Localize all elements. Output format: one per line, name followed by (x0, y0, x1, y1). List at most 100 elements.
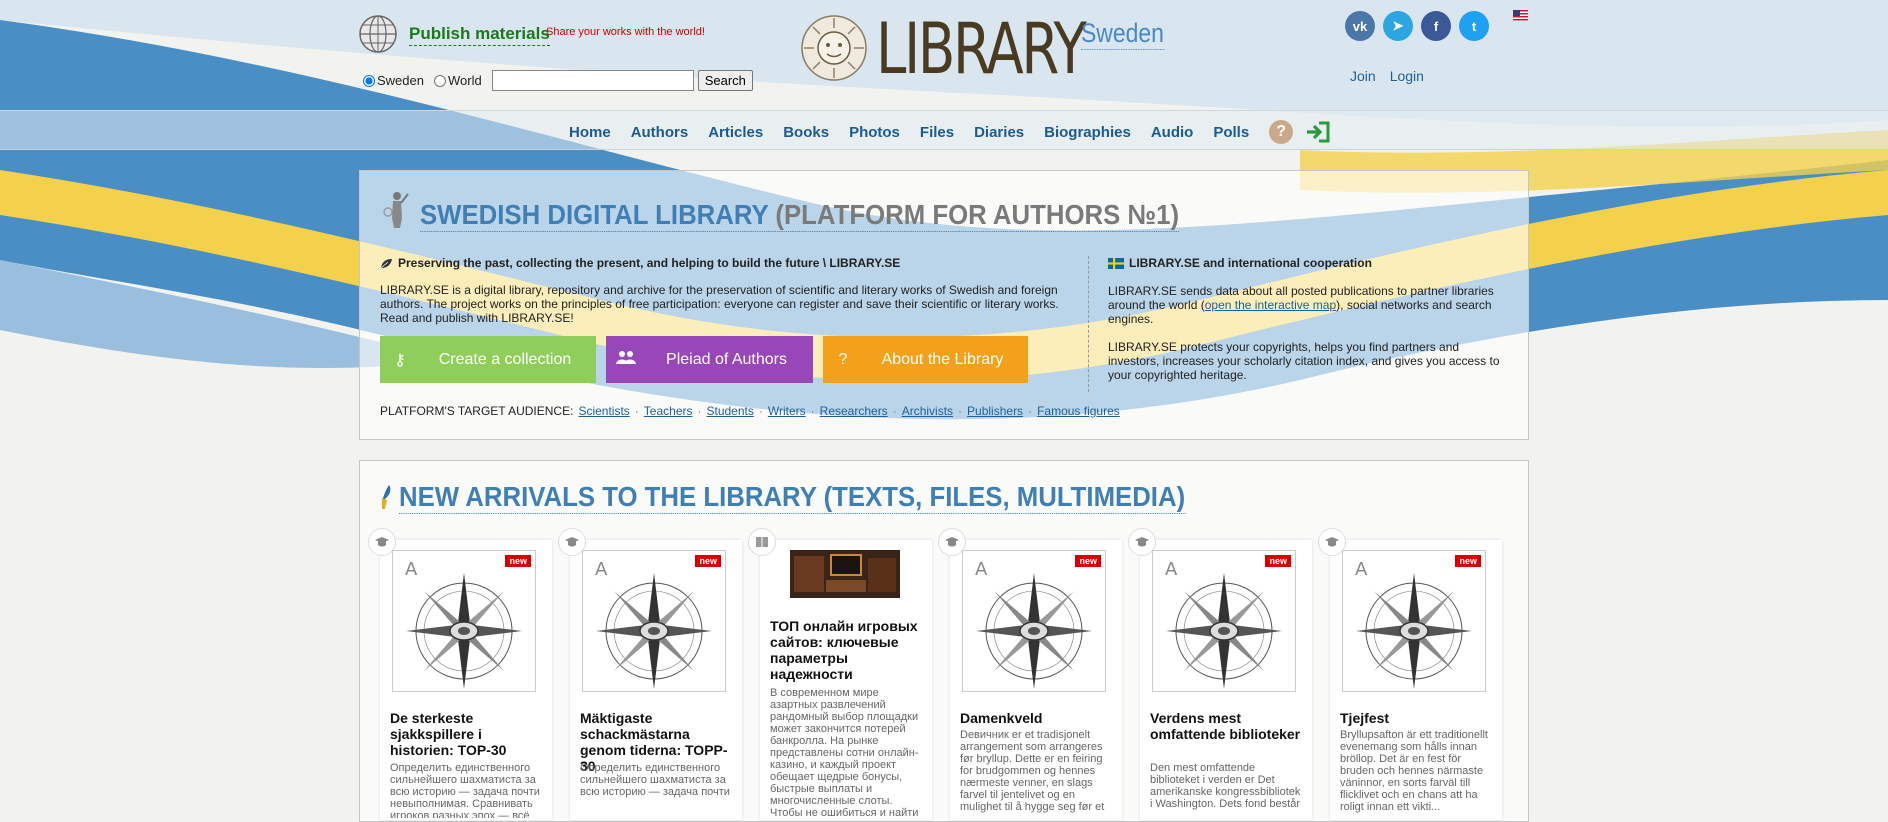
sun-emblem-logo[interactable] (800, 14, 868, 82)
intro-tagline-text: Preserving the past, collecting the pres… (398, 256, 901, 270)
twitter-icon[interactable]: t (1459, 11, 1489, 41)
audience-separator: · (810, 404, 815, 418)
svg-text:A: A (975, 559, 988, 580)
audience-scientists[interactable]: Scientists (578, 404, 629, 418)
scope-sweden-label: Sweden (377, 73, 424, 88)
new-badge: new (1075, 555, 1101, 567)
svg-text:A: A (1355, 559, 1368, 580)
create-collection-label: Create a collection (438, 350, 572, 368)
svg-text:A: A (405, 559, 418, 580)
audience-label: PLATFORM'S TARGET AUDIENCE: (380, 404, 574, 418)
arrival-title[interactable]: Damenkveld (960, 710, 1112, 726)
pleiad-of-authors-button[interactable]: Pleiad of Authors (606, 336, 813, 383)
key-icon: ⚷ (394, 351, 406, 369)
join-link[interactable]: Join (1350, 68, 1376, 84)
scope-world-radio[interactable] (433, 74, 446, 87)
nav-diaries[interactable]: Diaries (974, 124, 1024, 141)
audience-teachers[interactable]: Teachers (644, 404, 693, 418)
arrival-title[interactable]: Verdens mest omfattende biblioteker (1150, 710, 1302, 742)
help-icon[interactable]: ? (1269, 120, 1294, 144)
arrival-thumbnail[interactable]: Anew (582, 550, 726, 692)
search-button[interactable]: Search (697, 70, 753, 91)
intro-title: SWEDISH DIGITAL LIBRARY (PLATFORM FOR AU… (420, 199, 1180, 232)
arrival-card[interactable]: Anew Damenkveld Dевичник er et tradisjonel… (938, 528, 1122, 820)
nav-home[interactable]: Home (569, 124, 611, 141)
intro-divider (1088, 256, 1089, 392)
new-badge: new (1455, 555, 1481, 567)
publish-materials-link[interactable]: Publish materials (409, 24, 550, 46)
audience-archivists[interactable]: Archivists (902, 404, 953, 418)
intro-tagline: Preserving the past, collecting the pres… (380, 256, 900, 270)
nav-polls[interactable]: Polls (1213, 124, 1249, 141)
arrival-card[interactable]: Anew Tjejfest Bryllupsaftоn är ett traditi… (1318, 528, 1502, 820)
audience-separator: · (1028, 404, 1033, 418)
telegram-icon[interactable]: ➤ (1383, 11, 1413, 41)
share-tagline: Share your works with the world! (546, 26, 705, 38)
about-library-button[interactable]: ? About the Library (823, 336, 1028, 383)
arrival-thumbnail[interactable]: Anew (1342, 550, 1486, 692)
sweden-flag-icon (1108, 257, 1124, 269)
arrival-title[interactable]: ТОП онлайн игровых сайтов: ключевые пара… (770, 618, 922, 682)
logo-country[interactable]: Sweden (1081, 18, 1164, 50)
audience-writers[interactable]: Writers (768, 404, 806, 418)
globe-icon[interactable] (358, 14, 398, 54)
arrival-description: Den mest omfattende biblioteket i verden… (1150, 762, 1301, 810)
cooperation-tagline-text: LIBRARY.SE and international cooperation (1129, 256, 1372, 270)
arrival-thumbnail[interactable]: Anew (392, 550, 536, 692)
search-input[interactable] (491, 70, 694, 91)
statue-icon (383, 192, 409, 228)
create-collection-button[interactable]: ⚷ Create a collection (380, 336, 596, 383)
intro-description: LIBRARY.SE is a digital library, reposit… (380, 283, 1059, 325)
nav-biographies[interactable]: Biographies (1044, 124, 1131, 141)
arrival-thumbnail[interactable] (790, 550, 900, 598)
new-badge: new (695, 555, 721, 567)
arrival-thumbnail[interactable]: Anew (962, 550, 1106, 692)
new-arrivals-title: NEW ARRIVALS TO THE LIBRARY (TEXTS, FILE… (399, 481, 1186, 514)
arrival-thumbnail[interactable]: Anew (1152, 550, 1296, 692)
audience-famous-figures[interactable]: Famous figures (1037, 404, 1120, 418)
auth-links: Join Login (1350, 68, 1424, 84)
scope-world-label: World (447, 73, 482, 88)
logo-title[interactable]: LIBRARY (876, 14, 1087, 84)
question-icon: ? (838, 350, 848, 368)
main-nav: Home Authors Articles Books Photos Files… (569, 120, 1331, 144)
facebook-icon[interactable]: f (1421, 11, 1451, 41)
login-arrow-icon[interactable] (1305, 120, 1331, 144)
pleiad-of-authors-label: Pleiad of Authors (666, 350, 787, 368)
target-audience: PLATFORM'S TARGET AUDIENCE: Scientists · … (380, 404, 1120, 418)
arrival-card[interactable]: Anew Verdens mest omfattende biblioteker D… (1128, 528, 1312, 820)
social-links: vk ➤ f t (1345, 11, 1489, 41)
us-flag-icon[interactable] (1513, 10, 1528, 21)
audience-students[interactable]: Students (707, 404, 754, 418)
login-link[interactable]: Login (1390, 68, 1424, 84)
interactive-map-link[interactable]: open the interactive map (1205, 298, 1336, 312)
arrival-description: В современном мире азартных развлечений … (770, 687, 919, 818)
arrival-card[interactable]: Anew Mäktigaste schackmästarna genom tide… (558, 528, 742, 820)
leaf-icon (380, 258, 392, 268)
scope-sweden-radio[interactable] (363, 74, 375, 87)
arrival-description: Определить единственного сильнейшего шах… (390, 762, 540, 818)
scope-sweden-option[interactable]: Sweden (363, 73, 424, 88)
cooperation-description: LIBRARY.SE sends data about all posted p… (1108, 284, 1508, 326)
nav-books[interactable]: Books (783, 124, 829, 141)
arrival-description: Bryllupsaftоn är ett traditionellt evene… (1340, 729, 1488, 813)
quill-icon (382, 485, 391, 509)
arrival-card[interactable]: Anew De sterkeste sjakkspillere i histori… (368, 528, 552, 820)
new-badge: new (505, 555, 531, 567)
vk-icon[interactable]: vk (1345, 11, 1375, 41)
nav-authors[interactable]: Authors (631, 124, 689, 141)
nav-files[interactable]: Files (920, 124, 954, 141)
nav-audio[interactable]: Audio (1151, 124, 1194, 141)
nav-photos[interactable]: Photos (849, 124, 900, 141)
arrival-title[interactable]: De sterkeste sjakkspillere i historien: … (390, 710, 542, 758)
nav-articles[interactable]: Articles (708, 124, 763, 141)
audience-researchers[interactable]: Researchers (820, 404, 888, 418)
scope-world-option[interactable]: World (433, 73, 482, 88)
arrival-title[interactable]: Tjejfest (1340, 710, 1492, 726)
copyright-description: LIBRARY.SE protects your copyrights, hel… (1108, 340, 1500, 382)
arrival-description: Определить единственного сильнейшего шах… (580, 762, 730, 798)
arrival-card[interactable]: ТОП онлайн игровых сайтов: ключевые пара… (748, 528, 932, 820)
arrival-description: Dевичник er et tradisjonelt arrangement … (960, 729, 1105, 813)
audience-separator: · (634, 404, 639, 418)
audience-publishers[interactable]: Publishers (967, 404, 1023, 418)
